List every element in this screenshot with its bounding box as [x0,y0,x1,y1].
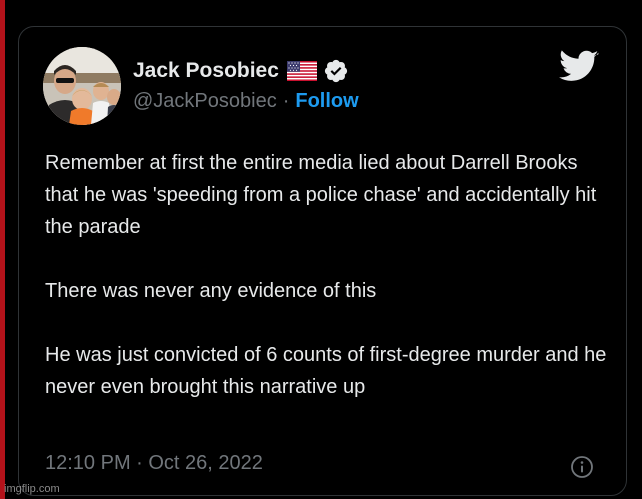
author-handle-row: @JackPosobiec · Follow [133,90,359,113]
verified-badge-icon[interactable] [323,58,349,84]
follow-link[interactable]: Follow [295,90,358,112]
us-flag-icon [286,61,317,81]
page: Jack Posobiec @JackPosobiec · Follow Rem… [0,0,642,499]
avatar-photo [43,47,121,125]
tweet-card[interactable]: Jack Posobiec @JackPosobiec · Follow Rem… [18,26,627,496]
author-display-name[interactable]: Jack Posobiec [133,59,279,83]
avatar[interactable] [43,47,121,125]
author-handle[interactable]: @JackPosobiec [133,90,277,112]
info-icon[interactable] [570,455,594,479]
author-name-row: Jack Posobiec [133,57,349,85]
left-edge-strip [0,0,5,499]
handle-separator: · [282,90,290,112]
imgflip-watermark: imgflip.com [4,483,60,495]
tweet-text: Remember at first the entire media lied … [45,152,607,398]
twitter-bird-icon[interactable] [559,50,599,84]
tweet-timestamp[interactable]: 12:10 PM · Oct 26, 2022 [45,452,263,475]
